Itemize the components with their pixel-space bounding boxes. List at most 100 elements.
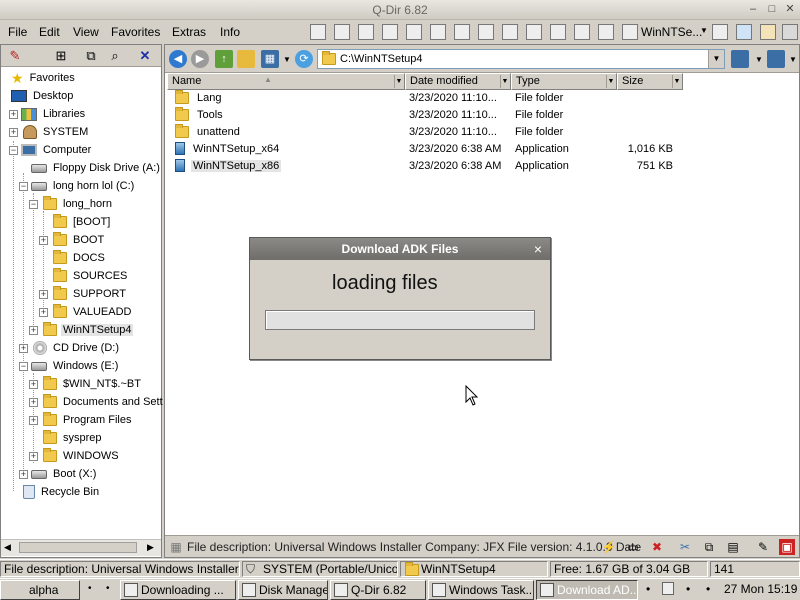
find-icon[interactable]: ⌕: [107, 48, 123, 64]
folder-tree-pane[interactable]: ✎ ⊞ ⧉ ⌕ ✕ ★ Favorites Desktop + Librarie…: [0, 44, 165, 558]
tree-item-documents[interactable]: Documents and Sett: [43, 393, 165, 411]
tree-item-long-horn[interactable]: long_horn: [43, 195, 114, 213]
table-row[interactable]: unattend 3/23/2020 11:10... File folder: [167, 123, 697, 140]
layout-8-icon[interactable]: [478, 24, 494, 40]
up-folder-icon[interactable]: ↑: [215, 50, 233, 68]
column-size[interactable]: Size ▼: [617, 73, 683, 90]
tree-item-recycle-bin[interactable]: Recycle Bin: [23, 483, 101, 501]
scroll-right-icon[interactable]: ▶: [147, 542, 154, 553]
rename-icon[interactable]: ▭: [625, 539, 641, 555]
collapse-long-horn-icon[interactable]: −: [29, 200, 38, 209]
inet-icon[interactable]: [622, 24, 638, 40]
quick-launch-icon[interactable]: •: [88, 583, 92, 594]
tree-item-system[interactable]: SYSTEM: [23, 123, 90, 141]
start-button[interactable]: alpha: [0, 580, 80, 600]
task-windows-task[interactable]: Windows Task...: [428, 580, 534, 600]
chevron-down-icon[interactable]: ▼: [789, 55, 797, 64]
layout-11-icon[interactable]: [550, 24, 566, 40]
properties-icon[interactable]: ▣: [779, 539, 795, 555]
eject-icon[interactable]: [712, 24, 728, 40]
tray-icon[interactable]: [662, 582, 674, 595]
zoom-icon[interactable]: [760, 24, 776, 40]
menu-extras[interactable]: Extras: [172, 25, 206, 39]
paste-icon[interactable]: ▤: [725, 539, 741, 555]
expand-boot-x-icon[interactable]: +: [19, 470, 28, 479]
expand-cd-drive-icon[interactable]: +: [19, 344, 28, 353]
view-mode-icon[interactable]: ▦: [261, 50, 279, 68]
tree-item-boot-bracket[interactable]: [BOOT]: [53, 213, 112, 231]
tree-item-windows[interactable]: WINDOWS: [43, 447, 121, 465]
quick-launch-icon[interactable]: •: [106, 583, 110, 594]
layout-1-icon[interactable]: [310, 24, 326, 40]
chevron-down-icon[interactable]: ▼: [700, 26, 708, 35]
expand-documents-icon[interactable]: +: [29, 398, 38, 407]
address-text[interactable]: C:\WinNTSetup4: [340, 53, 423, 65]
tree-item-desktop[interactable]: Desktop: [11, 87, 75, 105]
expand-valueadd-icon[interactable]: +: [39, 308, 48, 317]
expand-windows-icon[interactable]: +: [29, 452, 38, 461]
table-row[interactable]: WinNTSetup_x64 3/23/2020 6:38 AM Applica…: [167, 140, 697, 157]
layout-4-icon[interactable]: [382, 24, 398, 40]
column-type[interactable]: Type ▼: [511, 73, 617, 90]
lightning-icon[interactable]: ⚡: [601, 539, 617, 555]
delete-icon[interactable]: ✖: [649, 539, 665, 555]
column-date-modified[interactable]: Date modified ▼: [405, 73, 511, 90]
task-disk-management[interactable]: Disk Managem...: [238, 580, 328, 600]
settings-icon[interactable]: [782, 24, 798, 40]
menu-view[interactable]: View: [73, 25, 99, 39]
table-row[interactable]: WinNTSetup_x86 3/23/2020 6:38 AM Applica…: [167, 157, 697, 174]
chevron-down-icon[interactable]: ▼: [394, 75, 403, 88]
collapse-e-drive-icon[interactable]: −: [19, 362, 28, 371]
back-icon[interactable]: ◀: [169, 50, 187, 68]
dialog-close-button[interactable]: ×: [531, 238, 545, 260]
tree-item-program-files[interactable]: Program Files: [43, 411, 133, 429]
pin-icon[interactable]: ✎: [7, 48, 23, 64]
edit-icon[interactable]: ✎: [755, 539, 771, 555]
tree-item-libraries[interactable]: Libraries: [21, 105, 87, 123]
task-q-dir[interactable]: Q-Dir 6.82: [330, 580, 426, 600]
layout-10-icon[interactable]: [526, 24, 542, 40]
table-row[interactable]: Lang 3/23/2020 11:10... File folder: [167, 89, 697, 106]
menu-edit[interactable]: Edit: [39, 25, 60, 39]
expand-boot-icon[interactable]: +: [39, 236, 48, 245]
chevron-down-icon[interactable]: ▼: [755, 55, 763, 64]
tree-item-support[interactable]: SUPPORT: [53, 285, 128, 303]
copy-icon[interactable]: ⧉: [701, 539, 717, 555]
chevron-down-icon[interactable]: ▼: [500, 75, 509, 88]
collapse-c-drive-icon[interactable]: −: [19, 182, 28, 191]
menu-file[interactable]: File: [8, 25, 27, 39]
task-download-adk[interactable]: Download AD...: [536, 580, 638, 600]
layout-9-icon[interactable]: [502, 24, 518, 40]
close-tree-icon[interactable]: ✕: [137, 48, 153, 64]
tree-item-floppy[interactable]: Floppy Disk Drive (A:): [31, 159, 162, 177]
address-bar[interactable]: C:\WinNTSetup4 ▼: [317, 49, 725, 69]
tray-dot-icon[interactable]: •: [686, 582, 690, 596]
tray-dot-icon[interactable]: •: [706, 582, 710, 596]
tree-horizontal-scrollbar[interactable]: ◀ ▶: [1, 539, 161, 556]
tree-item-computer[interactable]: Computer: [21, 141, 93, 159]
tree-item-win-nt-bt[interactable]: $WIN_NT$.~BT: [43, 375, 143, 393]
expand-support-icon[interactable]: +: [39, 290, 48, 299]
layout-5-icon[interactable]: [406, 24, 422, 40]
scroll-thumb[interactable]: [19, 542, 137, 553]
layout-7-icon[interactable]: [454, 24, 470, 40]
task-downloading[interactable]: Downloading ...: [120, 580, 236, 600]
forward-icon[interactable]: ▶: [191, 50, 209, 68]
expand-system-icon[interactable]: +: [9, 128, 18, 137]
tree-item-winntsetup4[interactable]: WinNTSetup4: [43, 321, 134, 339]
tree-item-e-drive[interactable]: Windows (E:): [31, 357, 120, 375]
layout-3-icon[interactable]: [358, 24, 374, 40]
chevron-down-icon[interactable]: ▼: [672, 75, 681, 88]
chevron-down-icon[interactable]: ▼: [283, 55, 291, 64]
tree-item-docs[interactable]: DOCS: [53, 249, 107, 267]
menu-info[interactable]: Info: [220, 25, 240, 39]
menu-favorites[interactable]: Favorites: [111, 25, 160, 39]
table-row[interactable]: Tools 3/23/2020 11:10... File folder: [167, 106, 697, 123]
address-dropdown-icon[interactable]: ▼: [708, 50, 724, 68]
expand-program-files-icon[interactable]: +: [29, 416, 38, 425]
tree-item-sources[interactable]: SOURCES: [53, 267, 129, 285]
monitor-icon[interactable]: [731, 50, 749, 68]
maximize-button[interactable]: □: [765, 3, 779, 16]
tree-item-c-drive[interactable]: long horn lol (C:): [31, 177, 136, 195]
layout-2-icon[interactable]: [334, 24, 350, 40]
